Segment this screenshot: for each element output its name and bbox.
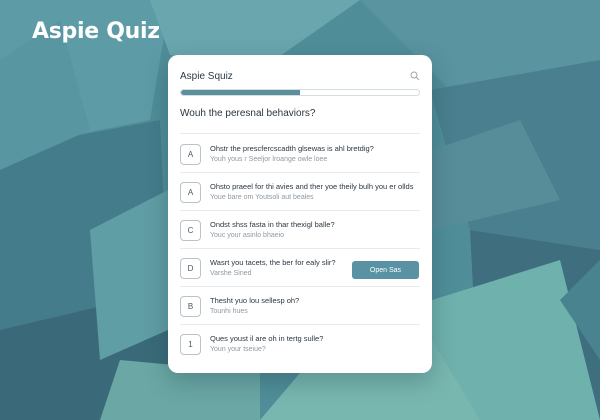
question-text: Wouh the peresnal behaviors? [180,108,316,119]
app-title: Aspie Quiz [32,19,160,44]
option-item[interactable]: A Ohstr the prescfercscadth glsewas is a… [168,135,432,173]
card-title: Aspie Squiz [180,71,233,82]
quiz-card: Aspie Squiz Wouh the peresnal behaviors?… [168,55,432,373]
option-item[interactable]: C Ondst shss fasta in thar thexigl balle… [168,211,432,249]
option-item[interactable]: A Ohsto praeel for thi avies and ther yo… [168,173,432,211]
option-subtext: Youn your tseiue? [210,346,266,353]
option-list: A Ohstr the prescfercscadth glsewas is a… [168,135,432,363]
option-text: Wasrt you tacets, the ber for ealy slir? [210,258,336,267]
option-text: Thesht yuo lou sellesp oh? [210,296,300,305]
option-item[interactable]: 1 Ques youst il are oh in tertg sulle? Y… [168,325,432,363]
option-text: Ques youst il are oh in tertg sulle? [210,334,324,343]
option-letter[interactable]: A [180,182,201,203]
option-item[interactable]: D Wasrt you tacets, the ber for ealy sli… [168,249,432,287]
option-letter[interactable]: 1 [180,334,201,355]
option-text: Ohsto praeel for thi avies and ther yoe … [210,182,414,191]
option-subtext: Youc your asinlo bhaeio [210,232,285,239]
option-text: Ohstr the prescfercscadth glsewas is ahl… [210,144,374,153]
divider [180,133,420,134]
option-letter[interactable]: B [180,296,201,317]
option-letter[interactable]: A [180,144,201,165]
option-letter[interactable]: C [180,220,201,241]
open-button[interactable]: Open Sas [352,261,419,279]
progress-fill [181,90,300,95]
option-subtext: Youe bare om Youtsoli aut beales [210,194,314,201]
progress-bar [180,89,420,96]
option-subtext: Tounhi hues [210,308,248,315]
option-letter[interactable]: D [180,258,201,279]
card-header: Aspie Squiz [180,70,420,84]
option-text: Ondst shss fasta in thar thexigl balle? [210,220,335,229]
option-subtext: Varshe Sined [210,270,252,277]
option-subtext: Youh yous r Seeljor lroange owle loee [210,156,328,163]
option-item[interactable]: B Thesht yuo lou sellesp oh? Tounhi hues [168,287,432,325]
search-icon[interactable] [410,71,420,81]
